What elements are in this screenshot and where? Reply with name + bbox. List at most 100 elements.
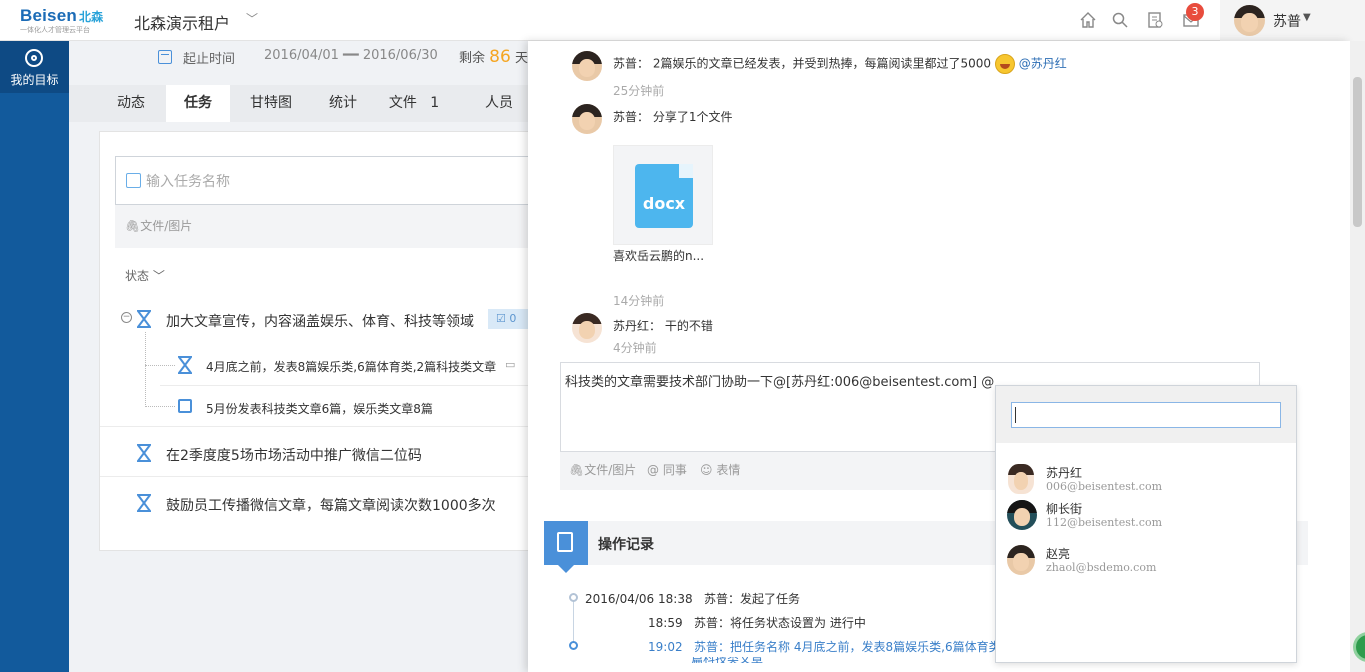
subtask-count-badge[interactable]: ☑ 0 — [488, 309, 529, 329]
message-time: 4分钟前 — [613, 341, 657, 355]
sidebar: 我的目标 — [0, 41, 69, 672]
mention-option[interactable]: 赵亮 zhaol@bsdemo.com — [996, 545, 1296, 581]
beisen-logo[interactable]: Beisen 北森 一体化人才管理云平台 — [20, 7, 106, 35]
tab-gantt[interactable]: 甘特图 — [230, 85, 312, 122]
avatar[interactable] — [572, 313, 602, 343]
remaining-days: 剩余 86 天 — [459, 47, 528, 67]
log-row[interactable]: 19:02 苏普：把任务名称 4月底之前，发表8篇娱乐类,6篇体育类 — [648, 638, 1001, 655]
tree-line — [145, 365, 175, 366]
log-row: 18:59 苏普：将任务状态设置为 进行中 — [648, 616, 866, 630]
top-bar: Beisen 北森 一体化人才管理云平台 北森演示租户 ﹀ 3 苏普 ▼ — [0, 0, 1365, 41]
person-email: 112@beisentest.com — [1046, 516, 1163, 529]
person-email: zhaol@bsdemo.com — [1046, 561, 1157, 574]
smile-icon: ☺ — [700, 463, 713, 477]
message-author[interactable]: 苏普 — [613, 57, 637, 71]
feed-message: 苏普： 分享了1个文件 — [613, 110, 733, 124]
chevron-down-icon[interactable]: ﹀ — [246, 10, 258, 27]
tree-line — [145, 406, 175, 407]
divider — [100, 476, 529, 477]
task-title[interactable]: 在2季度度5场市场活动中推广微信二位码 — [166, 445, 422, 465]
tab-members[interactable]: 人员 — [469, 85, 529, 122]
date-range: 2016/04/01 ━━ 2016/06/30 — [264, 48, 438, 63]
person-name: 赵亮 — [1046, 547, 1071, 561]
mention-colleague-button[interactable]: @ 同事 — [647, 461, 687, 478]
feed-message: 苏丹红： 干的不错 — [613, 319, 713, 333]
comment-icon[interactable]: ▭ — [505, 358, 515, 371]
date-row: 起止时间 2016/04/01 ━━ 2016/06/30 剩余 86 天 — [69, 41, 528, 85]
search-icon[interactable] — [1110, 11, 1130, 31]
at-icon: @ — [647, 463, 659, 477]
sidebar-item-my-goals[interactable]: 我的目标 — [0, 41, 69, 93]
check-icon: ☑ — [496, 312, 506, 325]
log-row: 2016/04/06 18:38 苏普：发起了任务 — [585, 592, 801, 606]
emoji-button[interactable]: ☺ 表情 — [700, 461, 740, 478]
task-list-icon[interactable] — [1145, 11, 1165, 31]
user-name[interactable]: 苏普 — [1273, 11, 1301, 31]
timeline-dot — [569, 593, 578, 602]
mention-link[interactable]: @苏丹红 — [1019, 57, 1067, 71]
log-row-overflow: 篇科技类文章 — [691, 657, 763, 663]
task-title[interactable]: 加大文章宣传，内容涵盖娱乐、体育、科技等领域 — [166, 311, 474, 331]
person-name: 柳长街 — [1046, 502, 1083, 516]
mention-option[interactable]: 苏丹红 006@beisentest.com — [996, 464, 1296, 500]
timeline-dot — [569, 641, 578, 650]
task-card: 输入任务名称 🖇文件/图片 状态 ﹀ − 加大文章宣传，内容涵盖娱乐、体育、科技… — [99, 131, 529, 551]
tab-stats[interactable]: 统计 — [312, 85, 374, 122]
message-text: 2篇娱乐的文章已经发表，并受到热捧，每篇阅读里都过了5000 — [652, 56, 992, 71]
task-checkbox[interactable] — [178, 399, 192, 413]
attach-file-button[interactable]: 🖇文件/图片 — [569, 461, 636, 478]
avatar — [1007, 500, 1037, 530]
edit-log-icon — [544, 521, 588, 573]
mention-option[interactable]: 柳长街 112@beisentest.com — [996, 500, 1296, 536]
message-time: 25分钟前 — [613, 84, 665, 98]
goal-detail-pane: 起止时间 2016/04/01 ━━ 2016/06/30 剩余 86 天 动态… — [69, 41, 529, 672]
scrollbar[interactable] — [1350, 41, 1365, 672]
subtask-title[interactable]: 5月份发表科技类文章6篇，娱乐类文章8篇 — [206, 400, 433, 417]
message-text: 分享了1个文件 — [652, 110, 733, 124]
caret-down-icon[interactable]: ▼ — [1303, 12, 1311, 23]
person-email: 006@beisentest.com — [1046, 480, 1163, 493]
paperclip-icon: 🖇 — [569, 463, 585, 477]
smile-emoji-icon — [994, 54, 1015, 74]
avatar[interactable] — [572, 104, 602, 134]
mention-popup: 苏丹红 006@beisentest.com 柳长街 112@beisentes… — [995, 385, 1297, 663]
scroll-thumb[interactable] — [1353, 77, 1362, 227]
subtask-title[interactable]: 4月底之前，发表8篇娱乐类,6篇体育类,2篇科技类文章 — [206, 358, 496, 375]
date-label: 起止时间 — [183, 52, 236, 67]
task-input-placeholder: 输入任务名称 — [146, 174, 230, 190]
chevron-down-icon: ﹀ — [152, 269, 165, 283]
hourglass-icon — [137, 494, 151, 512]
new-task-box: 输入任务名称 🖇文件/图片 — [115, 156, 529, 248]
divider — [100, 426, 529, 427]
message-author[interactable]: 苏丹红 — [613, 319, 649, 333]
tab-activity[interactable]: 动态 — [96, 85, 166, 122]
calendar-icon — [158, 50, 172, 64]
mention-search-area — [996, 386, 1296, 443]
avatar[interactable] — [572, 51, 602, 81]
checkbox-icon — [126, 173, 141, 188]
attach-file-button[interactable]: 🖇文件/图片 — [125, 217, 192, 234]
collapse-icon[interactable]: − — [121, 312, 132, 323]
feed-message: 苏普： 2篇娱乐的文章已经发表，并受到热捧，每篇阅读里都过了5000 @苏丹红 — [613, 54, 1067, 74]
file-name[interactable]: 喜欢岳云鹏的n... — [613, 247, 704, 264]
hourglass-icon — [137, 444, 151, 462]
message-author[interactable]: 苏普 — [613, 110, 637, 124]
status-filter[interactable]: 状态 ﹀ — [125, 267, 165, 284]
target-icon — [25, 49, 43, 67]
tab-files[interactable]: 文件 1 — [374, 85, 454, 122]
message-time: 14分钟前 — [613, 294, 665, 308]
tab-bar: 动态 任务 甘特图 统计 文件 1 人员 — [69, 85, 528, 122]
tenant-name[interactable]: 北森演示租户 — [134, 10, 230, 34]
operation-log-title: 操作记录 — [598, 537, 654, 553]
home-icon[interactable] — [1078, 11, 1098, 31]
tab-tasks[interactable]: 任务 — [166, 85, 230, 122]
task-title[interactable]: 鼓励员工传播微信文章，每篇文章阅读次数1000多次 — [166, 495, 496, 515]
mention-search-input[interactable] — [1011, 402, 1281, 428]
comment-text: 科技类的文章需要技术部门协助一下@[苏丹红:006@beisentest.com… — [565, 375, 995, 390]
task-name-input[interactable]: 输入任务名称 — [115, 156, 529, 205]
file-attachment[interactable]: docx — [613, 145, 713, 245]
logo-tagline: 一体化人才管理云平台 — [20, 26, 90, 34]
docx-file-icon: docx — [635, 164, 693, 228]
user-avatar — [1234, 5, 1265, 36]
avatar — [1008, 464, 1034, 494]
